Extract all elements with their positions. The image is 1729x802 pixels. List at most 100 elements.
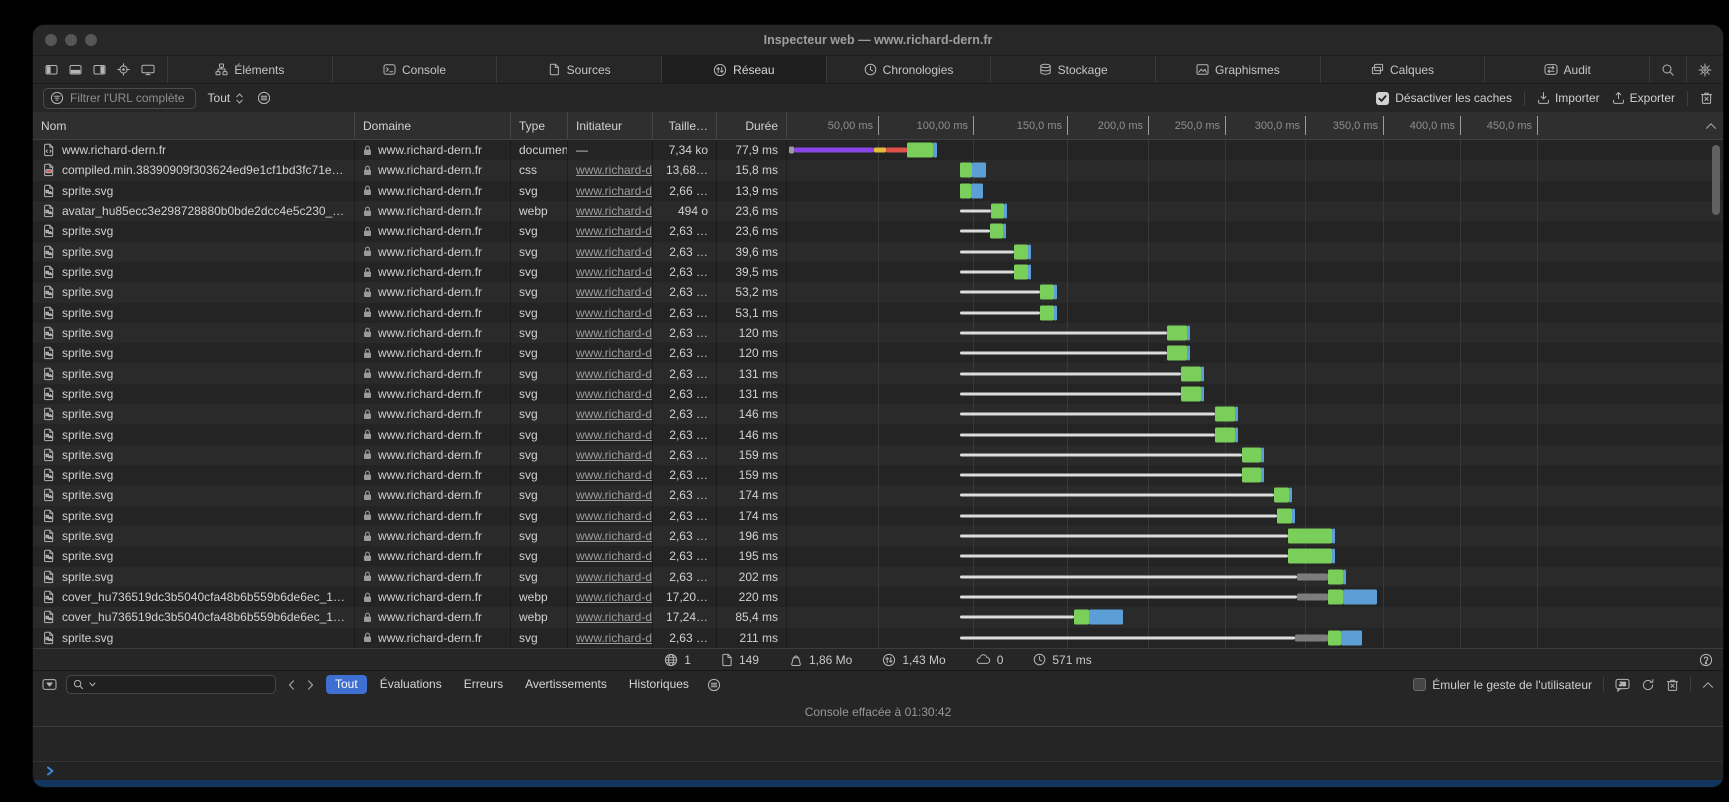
table-row[interactable]: compiled.min.38390909f303624ed9e1cf1bd3f… xyxy=(33,160,1723,180)
vertical-scrollbar[interactable] xyxy=(1712,145,1720,215)
table-row[interactable]: sprite.svgwww.richard-dern.frsvgwww.rich… xyxy=(33,526,1723,546)
column-header-initiator[interactable]: Initiateur xyxy=(568,112,653,139)
search-button[interactable] xyxy=(1650,56,1687,83)
initiator-link[interactable]: www.richard-d… xyxy=(576,610,653,624)
clear-network-button[interactable] xyxy=(1700,91,1713,105)
console-search-input[interactable] xyxy=(66,675,276,694)
initiator-link[interactable]: www.richard-d… xyxy=(576,509,653,523)
resource-name-cell: sprite.svg xyxy=(33,465,355,485)
console-filter-évaluations[interactable]: Évaluations xyxy=(371,675,451,694)
initiator-link[interactable]: www.richard-d… xyxy=(576,488,653,502)
table-row[interactable]: cover_hu736519dc3b5040cfa48b6b559b6de6ec… xyxy=(33,587,1723,607)
resource-type-select[interactable]: Tout xyxy=(208,91,246,105)
column-header-size[interactable]: Taille… xyxy=(653,112,717,139)
initiator-link[interactable]: www.richard-d… xyxy=(576,224,653,238)
initiator-link[interactable]: www.richard-d… xyxy=(576,448,653,462)
timeline-tick-mark xyxy=(973,116,974,135)
target-icon[interactable] xyxy=(117,63,130,76)
js-context-icon[interactable]: JS xyxy=(1615,678,1630,692)
initiator-link[interactable]: www.richard-d… xyxy=(576,549,653,563)
network-options-button[interactable] xyxy=(257,91,271,105)
initiator-link[interactable]: www.richard-d… xyxy=(576,570,653,584)
initiator-link[interactable]: www.richard-d… xyxy=(576,306,653,320)
column-header-type[interactable]: Type xyxy=(511,112,568,139)
table-row[interactable]: cover_hu736519dc3b5040cfa48b6b559b6de6ec… xyxy=(33,607,1723,627)
tab-console[interactable]: Console xyxy=(333,56,498,83)
table-row[interactable]: sprite.svgwww.richard-dern.frsvgwww.rich… xyxy=(33,485,1723,505)
table-row[interactable]: www.richard-dern.frwww.richard-dern.frdo… xyxy=(33,140,1723,160)
table-row[interactable]: sprite.svgwww.richard-dern.frsvgwww.rich… xyxy=(33,262,1723,282)
initiator-link[interactable]: www.richard-d… xyxy=(576,285,653,299)
table-row[interactable]: sprite.svgwww.richard-dern.frsvgwww.rich… xyxy=(33,567,1723,587)
table-row[interactable]: sprite.svgwww.richard-dern.frsvgwww.rich… xyxy=(33,363,1723,383)
tab-layers[interactable]: Calques xyxy=(1321,56,1486,83)
table-row[interactable]: sprite.svgwww.richard-dern.frsvgwww.rich… xyxy=(33,343,1723,363)
console-filter-avertissements[interactable]: Avertissements xyxy=(516,675,616,694)
settings-button[interactable] xyxy=(1687,56,1723,83)
tab-elements[interactable]: Éléments xyxy=(168,56,333,83)
initiator-link[interactable]: www.richard-d… xyxy=(576,590,653,604)
tab-storage[interactable]: Stockage xyxy=(991,56,1156,83)
console-filter-historiques[interactable]: Historiques xyxy=(620,675,698,694)
table-row[interactable]: sprite.svgwww.richard-dern.frsvgwww.rich… xyxy=(33,242,1723,262)
tab-audit[interactable]: Audit xyxy=(1485,56,1650,83)
device-icon[interactable] xyxy=(141,63,155,76)
previous-button[interactable] xyxy=(287,679,296,691)
reload-icon[interactable] xyxy=(1641,678,1655,692)
column-header-domain[interactable]: Domaine xyxy=(355,112,511,139)
table-row[interactable]: sprite.svgwww.richard-dern.frsvgwww.rich… xyxy=(33,404,1723,424)
console-options-button[interactable] xyxy=(707,678,721,692)
table-row[interactable]: sprite.svgwww.richard-dern.frsvgwww.rich… xyxy=(33,465,1723,485)
initiator-link[interactable]: www.richard-d… xyxy=(576,163,653,177)
dock-right-icon[interactable] xyxy=(93,63,106,76)
import-button[interactable]: Importer xyxy=(1537,91,1600,105)
next-button[interactable] xyxy=(306,679,315,691)
table-row[interactable]: sprite.svgwww.richard-dern.frsvgwww.rich… xyxy=(33,181,1723,201)
console-filter-tout[interactable]: Tout xyxy=(326,675,367,694)
initiator-link[interactable]: www.richard-d… xyxy=(576,428,653,442)
initiator-link[interactable]: www.richard-d… xyxy=(576,265,653,279)
initiator-link[interactable]: www.richard-d… xyxy=(576,346,653,360)
initiator-link[interactable]: www.richard-d… xyxy=(576,245,653,259)
table-row[interactable]: sprite.svgwww.richard-dern.frsvgwww.rich… xyxy=(33,384,1723,404)
initiator-link[interactable]: www.richard-d… xyxy=(576,326,653,340)
url-filter-input[interactable]: Filtrer l'URL complète xyxy=(43,88,196,109)
help-button[interactable] xyxy=(1699,653,1713,667)
tab-graphics[interactable]: Graphismes xyxy=(1156,56,1321,83)
tab-network[interactable]: Réseau xyxy=(662,56,827,83)
table-row[interactable]: sprite.svgwww.richard-dern.frsvgwww.rich… xyxy=(33,506,1723,526)
table-row[interactable]: sprite.svgwww.richard-dern.frsvgwww.rich… xyxy=(33,424,1723,444)
table-row[interactable]: sprite.svgwww.richard-dern.frsvgwww.rich… xyxy=(33,323,1723,343)
table-row[interactable]: sprite.svgwww.richard-dern.frsvgwww.rich… xyxy=(33,221,1723,241)
initiator-link[interactable]: www.richard-d… xyxy=(576,367,653,381)
clear-console-button[interactable] xyxy=(1666,678,1679,692)
initiator-link[interactable]: www.richard-d… xyxy=(576,529,653,543)
table-row[interactable]: sprite.svgwww.richard-dern.frsvgwww.rich… xyxy=(33,546,1723,566)
initiator-link[interactable]: www.richard-d… xyxy=(576,387,653,401)
tab-sources[interactable]: Sources xyxy=(497,56,662,83)
disable-caches-checkbox[interactable]: Désactiver les caches xyxy=(1376,91,1512,105)
table-row[interactable]: avatar_hu85ecc3e298728880b0bde2dcc4e5c23… xyxy=(33,201,1723,221)
table-row[interactable]: sprite.svgwww.richard-dern.frsvgwww.rich… xyxy=(33,445,1723,465)
initiator-link[interactable]: www.richard-d… xyxy=(576,407,653,421)
column-header-name[interactable]: Nom xyxy=(33,112,355,139)
initiator-link[interactable]: www.richard-d… xyxy=(576,184,653,198)
table-row[interactable]: sprite.svgwww.richard-dern.frsvgwww.rich… xyxy=(33,282,1723,302)
console-prompt[interactable] xyxy=(33,761,1723,780)
initiator-link[interactable]: www.richard-d… xyxy=(576,204,653,218)
tab-clock[interactable]: Chronologies xyxy=(827,56,992,83)
initiator-link[interactable]: www.richard-d… xyxy=(576,468,653,482)
collapse-console-button[interactable] xyxy=(1702,681,1714,689)
dock-left-icon[interactable] xyxy=(45,63,58,76)
table-row[interactable]: sprite.svgwww.richard-dern.frsvgwww.rich… xyxy=(33,628,1723,648)
export-button[interactable]: Exporter xyxy=(1612,91,1675,105)
column-header-duration[interactable]: Durée xyxy=(717,112,787,139)
table-row[interactable]: sprite.svgwww.richard-dern.frsvgwww.rich… xyxy=(33,303,1723,323)
console-input-strip[interactable] xyxy=(33,780,1723,787)
console-filter-erreurs[interactable]: Erreurs xyxy=(455,675,512,694)
initiator-link[interactable]: www.richard-d… xyxy=(576,631,653,645)
dock-bottom-icon[interactable] xyxy=(69,63,82,76)
emulate-user-gesture-checkbox[interactable]: Émuler le geste de l'utilisateur xyxy=(1413,678,1592,692)
scroll-top-icon[interactable] xyxy=(1705,122,1717,130)
console-scope-button[interactable] xyxy=(42,678,57,691)
